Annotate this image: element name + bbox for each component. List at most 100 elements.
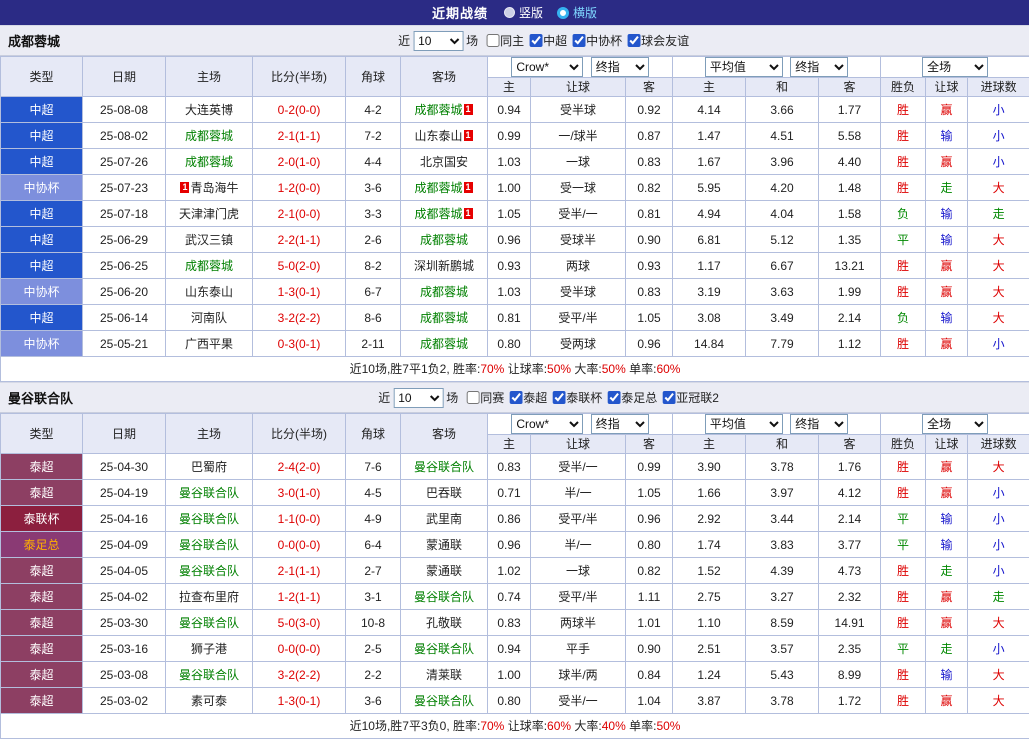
result-handicap: 走 (926, 175, 968, 201)
avg-stage-select[interactable]: 终指 (790, 414, 848, 434)
home-team[interactable]: 曼谷联合队 (166, 480, 253, 506)
summary-value: 60% (547, 719, 571, 733)
league-badge: 中协杯 (1, 175, 83, 201)
avg-away: 1.35 (819, 227, 881, 253)
filter-checkbox[interactable]: 同主 (481, 32, 524, 49)
avg-draw: 3.78 (746, 688, 819, 714)
home-team[interactable]: 天津津门虎 (166, 201, 253, 227)
scope-select[interactable]: 全场 (922, 414, 988, 434)
home-team[interactable]: 成都蓉城 (166, 253, 253, 279)
home-team[interactable]: 河南队 (166, 305, 253, 331)
scope-select[interactable]: 全场 (922, 57, 988, 77)
home-team[interactable]: 广西平果 (166, 331, 253, 357)
away-team[interactable]: 曼谷联合队 (401, 688, 488, 714)
score: 3-0(1-0) (253, 480, 346, 506)
away-team[interactable]: 成都蓉城 (401, 305, 488, 331)
result-wdl: 平 (881, 636, 926, 662)
home-team[interactable]: 山东泰山 (166, 279, 253, 305)
checkbox-input[interactable] (662, 391, 675, 404)
away-team[interactable]: 成都蓉城1 (401, 175, 488, 201)
home-team[interactable]: 武汉三镇 (166, 227, 253, 253)
filter-checkbox[interactable]: 泰联杯 (547, 389, 602, 406)
filter-checkbox[interactable]: 同赛 (461, 389, 504, 406)
bookmaker-select[interactable]: Crow* (511, 414, 583, 434)
league-badge: 中超 (1, 123, 83, 149)
filter-checkbox[interactable]: 球会友谊 (622, 32, 689, 49)
bookmaker-select[interactable]: Crow* (511, 57, 583, 77)
col-header-avg-away: 客 (819, 435, 881, 454)
home-team[interactable]: 大连英博 (166, 97, 253, 123)
away-team[interactable]: 成都蓉城 (401, 331, 488, 357)
away-team[interactable]: 成都蓉城1 (401, 97, 488, 123)
away-team[interactable]: 成都蓉城1 (401, 201, 488, 227)
match-count-select[interactable]: 10 (413, 31, 463, 51)
match-row: 泰超25-03-02素可泰1-3(0-1)3-6曼谷联合队0.80受半/一1.0… (1, 688, 1029, 714)
odds-stage-select[interactable]: 终指 (591, 57, 649, 77)
away-team[interactable]: 蒙通联 (401, 558, 488, 584)
col-header-date: 日期 (83, 414, 166, 454)
result-wdl: 胜 (881, 123, 926, 149)
away-team[interactable]: 清莱联 (401, 662, 488, 688)
checkbox-input[interactable] (572, 34, 585, 47)
near-label: 近 (398, 32, 410, 49)
away-team[interactable]: 巴吞联 (401, 480, 488, 506)
checkbox-input[interactable] (529, 34, 542, 47)
home-team[interactable]: 曼谷联合队 (166, 558, 253, 584)
col-header-type: 类型 (1, 57, 83, 97)
result-handicap: 赢 (926, 331, 968, 357)
home-team[interactable]: 曼谷联合队 (166, 506, 253, 532)
home-team[interactable]: 曼谷联合队 (166, 662, 253, 688)
away-team[interactable]: 蒙通联 (401, 532, 488, 558)
horizontal-layout-radio[interactable]: 横版 (557, 4, 597, 21)
filter-checkbox[interactable]: 泰超 (504, 389, 547, 406)
vertical-layout-radio[interactable]: 竖版 (504, 4, 543, 21)
avg-stage-select[interactable]: 终指 (790, 57, 848, 77)
home-team[interactable]: 巴蜀府 (166, 454, 253, 480)
match-count-select[interactable]: 10 (393, 388, 443, 408)
away-team[interactable]: 成都蓉城 (401, 279, 488, 305)
home-team[interactable]: 狮子港 (166, 636, 253, 662)
away-team[interactable]: 曼谷联合队 (401, 454, 488, 480)
away-team[interactable]: 武里南 (401, 506, 488, 532)
filter-checkbox[interactable]: 亚冠联2 (657, 389, 719, 406)
avg-draw: 4.51 (746, 123, 819, 149)
average-select[interactable]: 平均值 (705, 57, 783, 77)
checkbox-input[interactable] (466, 391, 479, 404)
average-select[interactable]: 平均值 (705, 414, 783, 434)
odds-home: 1.03 (488, 279, 531, 305)
odds-stage-select[interactable]: 终指 (591, 414, 649, 434)
col-header-type: 类型 (1, 414, 83, 454)
away-team[interactable]: 成都蓉城 (401, 227, 488, 253)
away-team[interactable]: 深圳新鹏城 (401, 253, 488, 279)
summary-row: 近10场,胜7平1负2, 胜率:70% 让球率:50% 大率:50% 单率:60… (1, 357, 1029, 382)
avg-away: 1.12 (819, 331, 881, 357)
checkbox-input[interactable] (627, 34, 640, 47)
filter-checkbox[interactable]: 泰足总 (602, 389, 657, 406)
checkbox-input[interactable] (486, 34, 499, 47)
match-row: 泰超25-04-02拉查布里府1-2(1-1)3-1曼谷联合队0.74受平/半1… (1, 584, 1029, 610)
result-wdl: 胜 (881, 558, 926, 584)
home-team[interactable]: 成都蓉城 (166, 149, 253, 175)
away-team[interactable]: 曼谷联合队 (401, 584, 488, 610)
avg-away: 3.77 (819, 532, 881, 558)
checkbox-input[interactable] (509, 391, 522, 404)
home-team[interactable]: 曼谷联合队 (166, 532, 253, 558)
home-team[interactable]: 1青岛海牛 (166, 175, 253, 201)
home-team[interactable]: 曼谷联合队 (166, 610, 253, 636)
match-filter-controls: 近 10 场 同主中超中协杯球会友谊 (398, 31, 689, 51)
red-card-badge: 1 (464, 182, 473, 193)
home-team[interactable]: 拉查布里府 (166, 584, 253, 610)
filter-checkbox[interactable]: 中协杯 (567, 32, 622, 49)
away-team[interactable]: 孔敬联 (401, 610, 488, 636)
result-wdl: 胜 (881, 175, 926, 201)
away-team[interactable]: 山东泰山1 (401, 123, 488, 149)
home-team[interactable]: 成都蓉城 (166, 123, 253, 149)
home-team[interactable]: 素可泰 (166, 688, 253, 714)
checkbox-input[interactable] (607, 391, 620, 404)
scope-filter-cell: 全场 (881, 57, 1029, 78)
away-team[interactable]: 曼谷联合队 (401, 636, 488, 662)
filter-checkbox[interactable]: 中超 (524, 32, 567, 49)
league-badge: 中超 (1, 97, 83, 123)
away-team[interactable]: 北京国安 (401, 149, 488, 175)
checkbox-input[interactable] (552, 391, 565, 404)
